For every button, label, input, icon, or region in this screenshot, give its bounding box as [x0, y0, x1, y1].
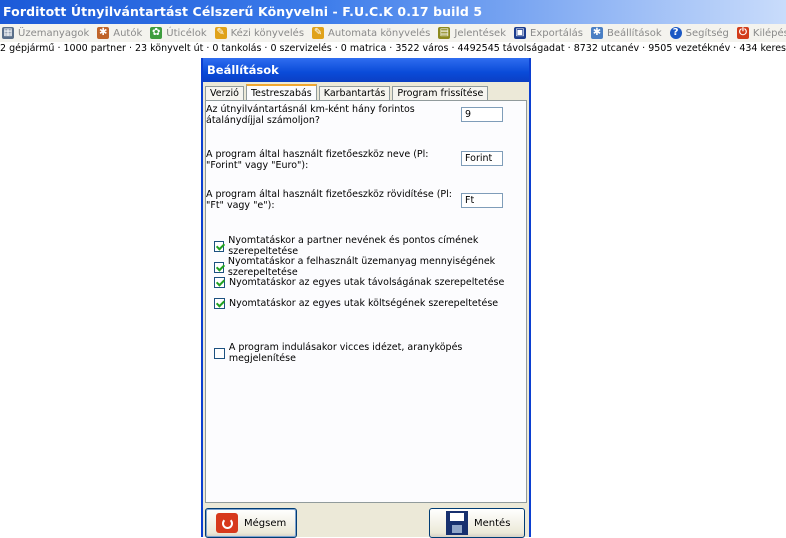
currency-abbr-input[interactable] — [461, 193, 503, 208]
tab-strip: Verzió Testreszabás Karbantartás Program… — [205, 84, 490, 102]
checkbox-label: Nyomtatáskor a felhasznált üzemanyag men… — [227, 256, 496, 278]
cancel-button[interactable]: Mégsem — [205, 508, 297, 538]
exit-icon: ⏻ — [736, 27, 749, 39]
customize-panel: Az útnyilvántartásnál km-ként hány forin… — [205, 100, 527, 503]
checkbox-box[interactable] — [214, 240, 225, 252]
currency-abbr-label: A program által használt fizetőeszköz rö… — [206, 189, 452, 211]
menu-item-settings[interactable]: ✱ Beállítások — [590, 27, 662, 39]
startup-quote-checkbox[interactable]: A program indulásakor vicces idézet, ara… — [214, 342, 526, 364]
floppy-disk-icon — [446, 511, 468, 535]
dialog-title: Beállítások — [207, 63, 279, 77]
menu-item-label: Autók — [113, 27, 143, 39]
save-button[interactable]: Mentés — [429, 508, 525, 538]
checkbox-label: Nyomtatáskor az egyes utak távolságának … — [229, 277, 505, 288]
print-fuel-checkbox[interactable]: Nyomtatáskor a felhasznált üzemanyag men… — [214, 256, 526, 278]
menu-item-label: Segítség — [685, 27, 729, 39]
help-icon: ? — [669, 27, 682, 39]
checkbox-box[interactable] — [214, 277, 225, 288]
settings-icon: ✱ — [590, 27, 603, 39]
settings-dialog: Beállítások Verzió Testreszabás Karbanta… — [201, 58, 531, 538]
menu-item-label: Úticélok — [166, 27, 207, 39]
reports-icon: ▤ — [438, 27, 451, 39]
tab-version[interactable]: Verzió — [205, 86, 244, 101]
menu-item-label: Automata könyvelés — [328, 27, 431, 39]
checkbox-label: Nyomtatáskor az egyes utak költségének s… — [229, 298, 499, 309]
window-title-bar[interactable]: Forditott Útnyilvántartást Célszerű Köny… — [0, 0, 786, 24]
menu-item-exit[interactable]: ⏻ Kilépés — [736, 27, 786, 39]
menu-item-label: Kézi könyvelés — [230, 27, 305, 39]
menu-item-reports[interactable]: ▤ Jelentések — [438, 27, 506, 39]
currency-name-label: A program által használt fizetőeszköz ne… — [206, 149, 429, 171]
auto-booking-icon: ✎ — [312, 27, 325, 39]
manual-booking-icon: ✎ — [214, 27, 227, 39]
cancel-button-label: Mégsem — [244, 517, 287, 529]
menu-bar: ▦ Üzemanyagok ✱ Autók ✿ Úticélok ✎ Kézi … — [0, 24, 786, 42]
print-cost-checkbox[interactable]: Nyomtatáskor az egyes utak költségének s… — [214, 298, 498, 309]
menu-item-label: Exportálás — [530, 27, 583, 39]
window-title: Forditott Útnyilvántartást Célszerű Köny… — [3, 4, 483, 19]
menu-item-label: Beállítások — [606, 27, 662, 39]
dialog-title-bar[interactable]: Beállítások — [203, 58, 529, 82]
fuel-icon: ▦ — [2, 27, 14, 39]
menu-item-auto-booking[interactable]: ✎ Automata könyvelés — [312, 27, 430, 39]
checkbox-label: A program indulásakor vicces idézet, ara… — [228, 342, 463, 364]
menu-item-help[interactable]: ? Segítség — [669, 27, 729, 39]
menu-item-fuels[interactable]: ▦ Üzemanyagok — [2, 27, 89, 39]
menu-item-manual-booking[interactable]: ✎ Kézi könyvelés — [214, 27, 305, 39]
tab-program-update[interactable]: Program frissítése — [392, 86, 489, 101]
print-partner-checkbox[interactable]: Nyomtatáskor a partner nevének és pontos… — [214, 235, 526, 257]
currency-name-input[interactable] — [461, 151, 503, 166]
destination-icon: ✿ — [150, 27, 163, 39]
rate-per-km-input[interactable] — [461, 107, 503, 122]
database-stats: 2 gépjármű · 1000 partner · 23 könyvelt … — [0, 43, 786, 54]
menu-item-label: Jelentések — [454, 27, 506, 39]
rate-per-km-label: Az útnyilvántartásnál km-ként hány forin… — [206, 104, 415, 126]
menu-item-export[interactable]: ▣ Exportálás — [514, 27, 583, 39]
checkbox-box[interactable] — [214, 261, 224, 273]
export-icon: ▣ — [514, 27, 526, 39]
menu-item-label: Üzemanyagok — [18, 27, 90, 39]
menu-item-destinations[interactable]: ✿ Úticélok — [150, 27, 207, 39]
car-icon: ✱ — [97, 27, 110, 39]
checkbox-box[interactable] — [214, 298, 225, 309]
checkbox-box[interactable] — [214, 347, 225, 359]
save-button-label: Mentés — [474, 517, 511, 529]
menu-item-label: Kilépés — [752, 27, 786, 39]
tab-maintenance[interactable]: Karbantartás — [318, 86, 391, 101]
checkbox-label: Nyomtatáskor a partner nevének és pontos… — [228, 235, 479, 257]
print-distance-checkbox[interactable]: Nyomtatáskor az egyes utak távolságának … — [214, 277, 504, 288]
menu-item-cars[interactable]: ✱ Autók — [97, 27, 142, 39]
power-off-icon — [216, 513, 238, 533]
